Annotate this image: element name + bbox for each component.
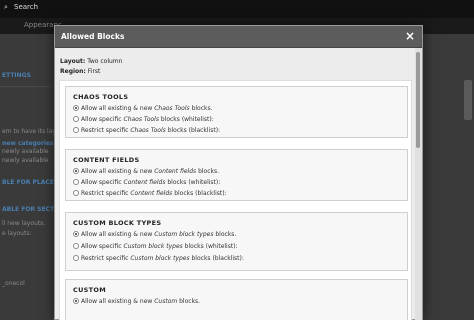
radio-checked-icon[interactable] xyxy=(73,105,79,111)
top-bar: ⌕ Search xyxy=(0,0,474,18)
divider xyxy=(0,86,50,87)
radio-checked-icon[interactable] xyxy=(73,231,79,237)
radio-option[interactable]: Allow all existing & new Content fields … xyxy=(73,168,219,175)
section-title: CHAOS TOOLS xyxy=(73,93,129,101)
option-text: blocks (blacklist): xyxy=(189,255,244,262)
radio-checked-icon[interactable] xyxy=(73,298,79,304)
allowed-blocks-dialog: Allowed Blocks × Layout: Two column Regi… xyxy=(54,25,423,320)
layout-label: Layout: xyxy=(60,58,86,65)
section-custom: CUSTOM Allow all existing & new Custom b… xyxy=(65,279,408,320)
option-text: Allow specific xyxy=(81,116,124,123)
option-text: Allow specific xyxy=(81,179,124,186)
option-text: blocks. xyxy=(196,168,220,175)
option-text: Allow all existing & new xyxy=(81,105,155,112)
option-text: Allow all existing & new xyxy=(81,298,155,305)
page-scrollbar[interactable] xyxy=(464,80,472,120)
section-chaos-tools: CHAOS TOOLS Allow all existing & new Cha… xyxy=(65,86,408,138)
radio-icon[interactable] xyxy=(73,190,79,196)
option-text: blocks (blacklist): xyxy=(165,127,221,134)
layout-value: Two column xyxy=(87,58,123,65)
scrollbar-thumb[interactable] xyxy=(416,52,420,148)
radio-option[interactable]: Allow specific Custom block types blocks… xyxy=(73,243,238,250)
option-text: Restrict specific xyxy=(81,190,131,197)
radio-option[interactable]: Allow all existing & new Custom blocks. xyxy=(73,298,200,305)
option-category: Custom block types xyxy=(154,231,214,238)
bg-text: em to have its lay xyxy=(2,128,56,135)
dialog-header: Allowed Blocks × xyxy=(55,26,422,48)
option-text: blocks. xyxy=(189,105,213,112)
bg-heading: ABLE FOR SECTIO xyxy=(2,206,62,213)
region-value: First xyxy=(87,68,101,75)
option-category: Chaos Tools xyxy=(154,105,190,112)
bg-settings-heading: ETTINGS xyxy=(2,72,31,79)
close-icon[interactable]: × xyxy=(405,29,415,43)
bg-text: newly available xyxy=(2,157,49,164)
section-content-fields: CONTENT FIELDS Allow all existing & new … xyxy=(65,149,408,201)
radio-option[interactable]: Restrict specific Custom block types blo… xyxy=(73,255,244,262)
option-text: Allow specific xyxy=(81,243,124,250)
option-text: Allow all existing & new xyxy=(81,231,155,238)
radio-option[interactable]: Allow specific Content fields blocks (wh… xyxy=(73,179,220,186)
search-label[interactable]: Search xyxy=(14,3,38,11)
search-icon[interactable]: ⌕ xyxy=(4,3,8,12)
radio-option[interactable]: Restrict specific Chaos Tools blocks (bl… xyxy=(73,127,220,134)
option-text: Restrict specific xyxy=(81,255,131,262)
option-category: Chaos Tools xyxy=(130,127,166,134)
radio-option[interactable]: Allow specific Chaos Tools blocks (white… xyxy=(73,116,214,123)
option-text: blocks (blacklist): xyxy=(172,190,227,197)
option-text: blocks. xyxy=(213,231,237,238)
option-text: blocks (whitelist): xyxy=(165,179,221,186)
option-category: Content fields xyxy=(123,179,166,186)
option-text: Allow all existing & new xyxy=(81,168,155,175)
radio-icon[interactable] xyxy=(73,255,79,261)
radio-option[interactable]: Allow all existing & new Chaos Tools blo… xyxy=(73,105,213,112)
region-info: Region: First xyxy=(60,68,100,75)
section-title: CONTENT FIELDS xyxy=(73,156,140,164)
option-category: Content fields xyxy=(130,190,173,197)
section-title: CUSTOM BLOCK TYPES xyxy=(73,219,162,227)
radio-icon[interactable] xyxy=(73,127,79,133)
bg-text: ll new layouts. xyxy=(2,220,46,227)
section-custom-block-types: CUSTOM BLOCK TYPES Allow all existing & … xyxy=(65,212,408,271)
bg-text: newly available xyxy=(2,148,49,155)
radio-icon[interactable] xyxy=(73,243,79,249)
bg-text: e layouts: xyxy=(2,230,32,237)
radio-option[interactable]: Restrict specific Content fields blocks … xyxy=(73,190,227,197)
option-text: blocks. xyxy=(177,298,201,305)
layout-info: Layout: Two column xyxy=(60,58,122,65)
region-label: Region: xyxy=(60,68,86,75)
section-title: CUSTOM xyxy=(73,286,106,294)
radio-icon[interactable] xyxy=(73,179,79,185)
bg-text: new categories c xyxy=(2,140,60,147)
option-text: blocks (whitelist): xyxy=(182,243,238,250)
radio-checked-icon[interactable] xyxy=(73,168,79,174)
dialog-title: Allowed Blocks xyxy=(61,32,125,41)
option-category: Custom xyxy=(154,298,178,305)
option-text: blocks (whitelist): xyxy=(158,116,214,123)
option-category: Custom block types xyxy=(130,255,190,262)
option-text: Restrict specific xyxy=(81,127,131,134)
option-category: Custom block types xyxy=(123,243,183,250)
dialog-scrollbar[interactable] xyxy=(415,48,422,320)
block-category-list: CHAOS TOOLS Allow all existing & new Cha… xyxy=(59,80,412,320)
bg-text: _onecol xyxy=(2,280,25,287)
radio-option[interactable]: Allow all existing & new Custom block ty… xyxy=(73,231,236,238)
radio-icon[interactable] xyxy=(73,116,79,122)
option-category: Content fields xyxy=(154,168,197,175)
option-category: Chaos Tools xyxy=(123,116,159,123)
